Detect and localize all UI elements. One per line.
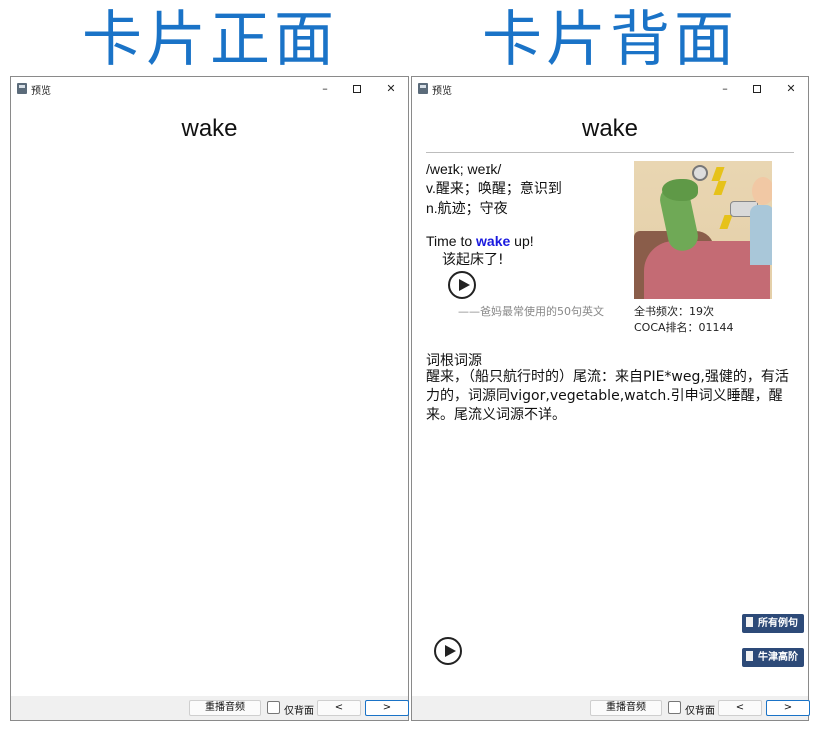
- heading-card-back: 卡片背面: [482, 5, 738, 75]
- divider: [426, 152, 794, 153]
- definitions: v.醒来；唤醒；意识到 n.航迹；守夜: [426, 178, 562, 218]
- window-title: 预览: [432, 86, 452, 97]
- oxford-button[interactable]: 牛津高阶: [742, 648, 804, 667]
- maximize-icon: [753, 85, 761, 93]
- title-bar: 预览 – ✕: [11, 77, 408, 101]
- example-highlight-word: wake: [476, 233, 511, 249]
- definition-line: n.航迹；守夜: [426, 200, 508, 216]
- phonetic: /weɪk; weɪk/: [426, 161, 502, 177]
- frequency-count: 全书频次：19次: [634, 305, 714, 318]
- coca-rank: COCA排名：01144: [634, 321, 734, 334]
- all-examples-label: 所有例句: [758, 618, 798, 629]
- prev-button[interactable]: <: [317, 700, 361, 716]
- back-only-label: 仅背面: [685, 706, 715, 717]
- preview-window-front: 预览 – ✕ wake 重播音频 仅背面 < >: [10, 76, 409, 721]
- clock-icon: [692, 165, 708, 181]
- card-word: wake: [581, 115, 639, 142]
- back-only-checkbox[interactable]: [267, 701, 280, 714]
- back-only-checkbox[interactable]: [668, 701, 681, 714]
- bolt-shape: [713, 181, 727, 195]
- heading-card-front: 卡片正面: [82, 5, 338, 75]
- word-illustration: [634, 161, 772, 299]
- snake-head-shape: [662, 179, 698, 201]
- example-source: ——爸妈最常使用的50句英文: [458, 305, 604, 318]
- man-body-shape: [750, 205, 772, 265]
- minimize-button[interactable]: –: [316, 80, 334, 98]
- title-bar: 预览 – ✕: [412, 77, 808, 101]
- document-icon: [746, 651, 753, 661]
- example-sentence: Time to wake up!: [426, 231, 534, 251]
- card-word: wake: [181, 115, 238, 142]
- bottom-bar: 重播音频 仅背面 < >: [11, 696, 409, 720]
- bottom-bar: 重播音频 仅背面 < >: [412, 696, 810, 720]
- example-text: Time to: [426, 233, 477, 249]
- close-button[interactable]: ✕: [782, 80, 800, 98]
- app-icon: [17, 83, 27, 94]
- bolt-shape: [719, 215, 733, 229]
- example-text: up!: [510, 233, 534, 249]
- all-examples-button[interactable]: 所有例句: [742, 614, 804, 633]
- replay-audio-button[interactable]: 重播音频: [590, 700, 662, 716]
- etymology-text: 醒来，（船只航行时的）尾流：来自PIE*weg,强健的，有活力的，词源同vigo…: [426, 369, 789, 423]
- example-translation: 该起床了!: [442, 252, 504, 268]
- app-icon: [418, 83, 428, 94]
- man-head-shape: [752, 177, 772, 205]
- close-button[interactable]: ✕: [382, 80, 400, 98]
- play-icon[interactable]: [434, 637, 462, 665]
- maximize-button[interactable]: [348, 80, 366, 98]
- document-icon: [746, 617, 753, 627]
- definition-line: v.醒来；唤醒；意识到: [426, 180, 562, 196]
- minimize-button[interactable]: –: [716, 80, 734, 98]
- next-button[interactable]: >: [766, 700, 810, 716]
- prev-button[interactable]: <: [718, 700, 762, 716]
- window-title: 预览: [31, 86, 51, 97]
- maximize-button[interactable]: [748, 80, 766, 98]
- maximize-icon: [353, 85, 361, 93]
- etymology-title: 词根词源: [426, 353, 482, 369]
- next-button[interactable]: >: [365, 700, 409, 716]
- oxford-label: 牛津高阶: [758, 652, 798, 663]
- preview-window-back: 预览 – ✕ wake /weɪk; weɪk/ v.醒来；唤醒；意识到 n.航…: [411, 76, 810, 721]
- replay-audio-button[interactable]: 重播音频: [189, 700, 261, 716]
- play-icon[interactable]: [448, 271, 476, 299]
- bolt-shape: [711, 167, 725, 181]
- back-only-label: 仅背面: [284, 706, 314, 717]
